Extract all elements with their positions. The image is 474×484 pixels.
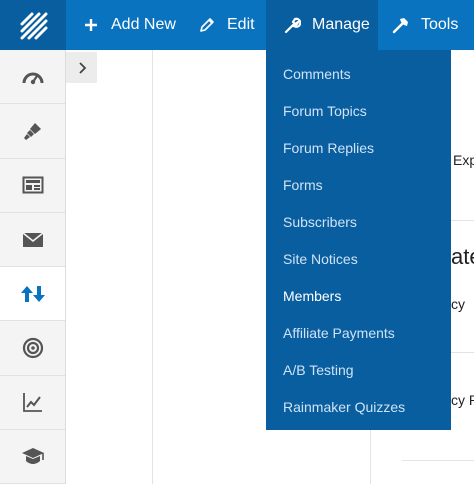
- left-sidebar: [0, 50, 66, 484]
- rainmaker-logo[interactable]: [0, 0, 66, 50]
- wrench-icon: [283, 16, 301, 34]
- edit-label: Edit: [227, 16, 255, 33]
- admin-toolbar: Add New Edit Manage Tools: [0, 0, 474, 50]
- manage-label: Manage: [312, 16, 370, 33]
- line-chart-icon: [22, 393, 42, 413]
- sidebar-item-content[interactable]: [0, 159, 65, 213]
- sidebar-item-dashboard[interactable]: [0, 50, 65, 105]
- add-new-button[interactable]: Add New: [82, 0, 176, 50]
- plus-icon: [82, 16, 100, 34]
- peek-heading: ate: [451, 244, 474, 269]
- add-new-label: Add New: [111, 16, 176, 33]
- up-down-arrows-icon: [20, 285, 45, 302]
- menu-item-affiliate-payments[interactable]: Affiliate Payments: [283, 325, 395, 341]
- peek-text: cy P: [451, 392, 474, 408]
- logo-icon: [20, 12, 48, 40]
- tools-label: Tools: [421, 16, 459, 33]
- layout-icon: [22, 176, 43, 194]
- hammer-icon: [392, 16, 410, 34]
- menu-item-comments[interactable]: Comments: [283, 66, 351, 82]
- menu-item-subscribers[interactable]: Subscribers: [283, 214, 357, 230]
- pencil-icon: [198, 16, 216, 34]
- menu-item-forum-replies[interactable]: Forum Replies: [283, 140, 374, 156]
- target-icon: [22, 338, 43, 359]
- peek-text: Exp: [453, 152, 474, 168]
- menu-item-site-notices[interactable]: Site Notices: [283, 251, 358, 267]
- content-divider: [152, 50, 153, 484]
- manage-dropdown: Comments Forum Topics Forum Replies Form…: [266, 50, 451, 430]
- paintbrush-icon: [23, 122, 41, 140]
- sidebar-item-marketing[interactable]: [0, 321, 65, 376]
- menu-item-ab-testing[interactable]: A/B Testing: [283, 362, 354, 378]
- menu-item-members[interactable]: Members: [283, 288, 341, 304]
- menu-item-forms[interactable]: Forms: [283, 177, 323, 193]
- graduation-cap-icon: [21, 447, 44, 464]
- peek-text: cy: [451, 296, 465, 312]
- menu-item-forum-topics[interactable]: Forum Topics: [283, 103, 367, 119]
- tools-menu-button[interactable]: Tools: [392, 0, 458, 50]
- sidebar-item-email[interactable]: [0, 213, 65, 268]
- sidebar-item-design[interactable]: [0, 104, 65, 159]
- dashboard-icon: [22, 72, 43, 84]
- mail-icon: [22, 231, 43, 247]
- sidebar-item-analytics[interactable]: [0, 376, 65, 431]
- menu-item-rainmaker-quizzes[interactable]: Rainmaker Quizzes: [283, 399, 405, 415]
- peek-divider: [402, 460, 474, 461]
- chevron-right-icon: [78, 61, 86, 74]
- collapse-toggle[interactable]: [66, 52, 97, 83]
- manage-menu-button[interactable]: Manage: [266, 0, 378, 50]
- sidebar-item-conversion[interactable]: [0, 267, 65, 322]
- sidebar-item-courses[interactable]: [0, 430, 65, 484]
- edit-button[interactable]: Edit: [198, 0, 255, 50]
